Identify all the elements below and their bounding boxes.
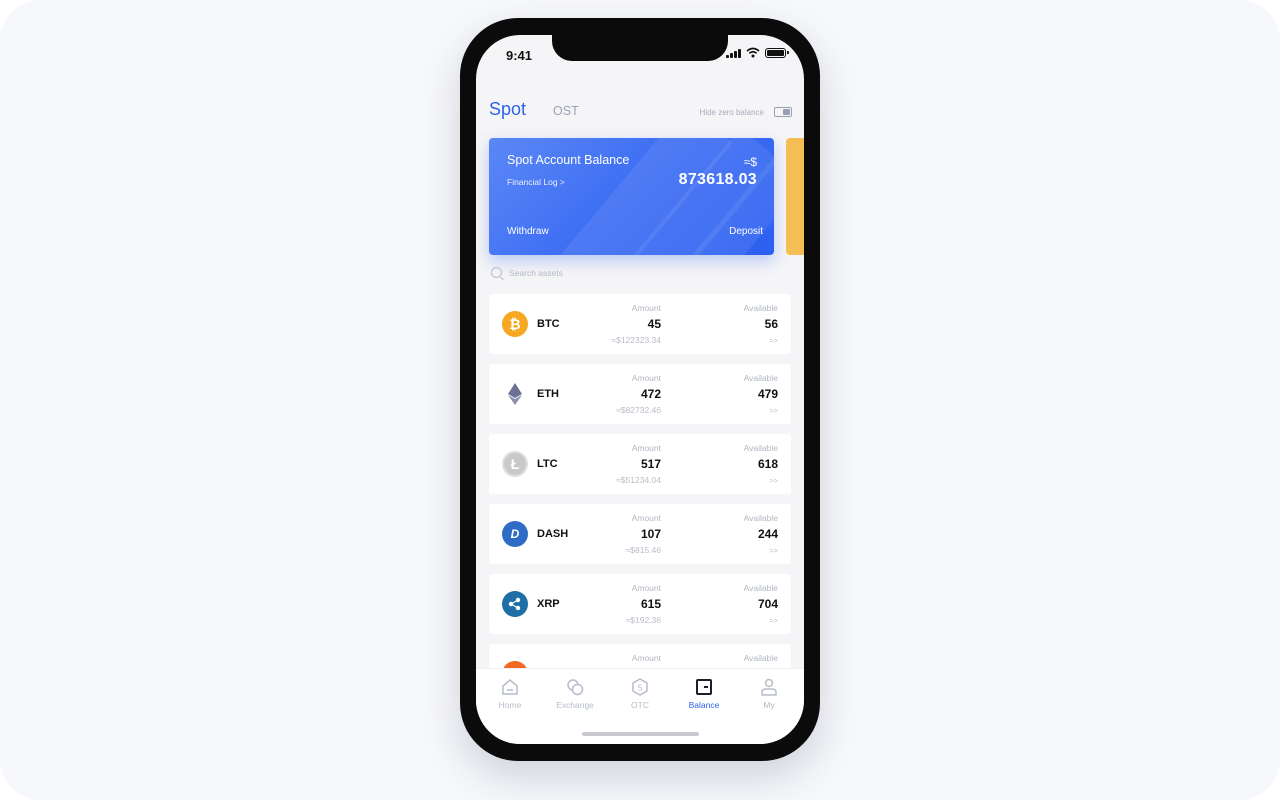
asset-row-dash[interactable]: D DASH Amount 107 ≈$815.46 Available 244… [489, 504, 791, 564]
home-icon [485, 677, 535, 697]
available-label: Available [743, 583, 778, 593]
tab-label: Home [498, 700, 522, 710]
asset-row-eth[interactable]: ETH Amount 472 ≈$82732.46 Available 479 … [489, 364, 791, 424]
search-icon [491, 267, 502, 278]
amount-value: 517 [640, 457, 661, 471]
deposit-button[interactable]: Deposit [729, 226, 763, 237]
hide-zero-balance-toggle[interactable] [774, 107, 792, 117]
amount-usd-value: ≈$51234.04 [616, 475, 661, 485]
tab-balance[interactable]: Balance [679, 677, 729, 710]
available-value: 704 [757, 597, 778, 611]
spot-balance-card: Spot Account Balance Financial Log > ≈$ … [489, 138, 774, 255]
asset-symbol: ETH [537, 388, 559, 400]
available-value: 479 [757, 387, 778, 401]
amount-label: Amount [631, 513, 661, 523]
svg-text:S: S [637, 684, 642, 693]
amount-value: 615 [640, 597, 661, 611]
available-value: 56 [764, 317, 778, 331]
tab-label: Balance [688, 700, 720, 710]
available-label: Available [743, 653, 778, 663]
ethereum-icon [502, 381, 528, 407]
available-label: Available [743, 303, 778, 313]
status-icons [726, 47, 789, 58]
available-value: 618 [757, 457, 778, 471]
wifi-icon [746, 47, 760, 58]
next-account-card[interactable] [786, 138, 804, 255]
balance-currency: ≈$ [743, 155, 757, 169]
status-time: 9:41 [506, 48, 533, 63]
tab-label: Exchange [556, 700, 594, 710]
financial-log-link[interactable]: Financial Log > [507, 177, 565, 187]
asset-symbol: DASH [537, 528, 569, 540]
phone-frame: 9:41 Spot OST Hide zero balance Spot Acc [460, 18, 820, 761]
dash-icon: D [502, 521, 528, 547]
tab-label: OTC [631, 700, 649, 710]
asset-symbol: BTC [537, 318, 560, 330]
ripple-icon [502, 591, 528, 617]
phone-notch [552, 35, 728, 61]
asset-symbol: LTC [537, 458, 558, 470]
tab-exchange[interactable]: Exchange [550, 677, 600, 710]
amount-usd-value: ≈$192.36 [625, 615, 661, 625]
amount-label: Amount [631, 303, 661, 313]
amount-label: Amount [631, 583, 661, 593]
amount-usd-value: ≈$122323.34 [611, 335, 661, 345]
asset-detail-link[interactable]: >> [769, 336, 778, 345]
battery-icon [765, 47, 789, 58]
search-assets[interactable]: Search assets [491, 267, 563, 278]
available-label: Available [743, 373, 778, 383]
asset-detail-link[interactable]: >> [769, 476, 778, 485]
amount-usd-value: ≈$815.46 [625, 545, 661, 555]
available-label: Available [743, 513, 778, 523]
app-screen: 9:41 Spot OST Hide zero balance Spot Acc [476, 35, 804, 744]
tab-spot[interactable]: Spot [489, 99, 526, 120]
asset-row-ltc[interactable]: Ł LTC Amount 517 ≈$51234.04 Available 61… [489, 434, 791, 494]
available-label: Available [743, 443, 778, 453]
hide-zero-balance[interactable]: Hide zero balance [700, 107, 792, 117]
amount-value: 45 [647, 317, 661, 331]
bitcoin-icon: ₿ [502, 311, 528, 337]
home-indicator [582, 732, 699, 736]
exchange-icon [550, 677, 600, 697]
asset-symbol: XRP [537, 598, 560, 610]
asset-row-btc[interactable]: ₿ BTC Amount 45 ≈$122323.34 Available 56… [489, 294, 791, 354]
amount-usd-value: ≈$82732.46 [616, 405, 661, 415]
balance-amount: 873618.03 [678, 171, 757, 188]
asset-detail-link[interactable]: >> [769, 616, 778, 625]
bottom-tabbar: Home Exchange S OTC Balance My [476, 668, 804, 744]
litecoin-icon: Ł [502, 451, 528, 477]
amount-value: 472 [640, 387, 661, 401]
tab-my[interactable]: My [744, 677, 794, 710]
amount-label: Amount [631, 443, 661, 453]
signal-icon [726, 48, 741, 58]
available-value: 244 [757, 527, 778, 541]
tab-home[interactable]: Home [485, 677, 535, 710]
amount-value: 107 [640, 527, 661, 541]
search-input[interactable]: Search assets [509, 268, 563, 278]
asset-row-xrp[interactable]: XRP Amount 615 ≈$192.36 Available 704 >> [489, 574, 791, 634]
tab-label: My [763, 700, 775, 710]
tab-ost[interactable]: OST [553, 104, 579, 118]
withdraw-button[interactable]: Withdraw [507, 226, 549, 237]
hide-zero-balance-label: Hide zero balance [699, 107, 764, 117]
card-title: Spot Account Balance [507, 153, 630, 167]
user-icon [744, 677, 794, 697]
amount-label: Amount [631, 373, 661, 383]
tab-otc[interactable]: S OTC [615, 677, 665, 710]
wallet-icon [679, 677, 729, 697]
amount-label: Amount [631, 653, 661, 663]
account-tabs: Spot OST [489, 99, 579, 120]
otc-icon: S [615, 677, 665, 697]
asset-detail-link[interactable]: >> [769, 406, 778, 415]
asset-detail-link[interactable]: >> [769, 546, 778, 555]
